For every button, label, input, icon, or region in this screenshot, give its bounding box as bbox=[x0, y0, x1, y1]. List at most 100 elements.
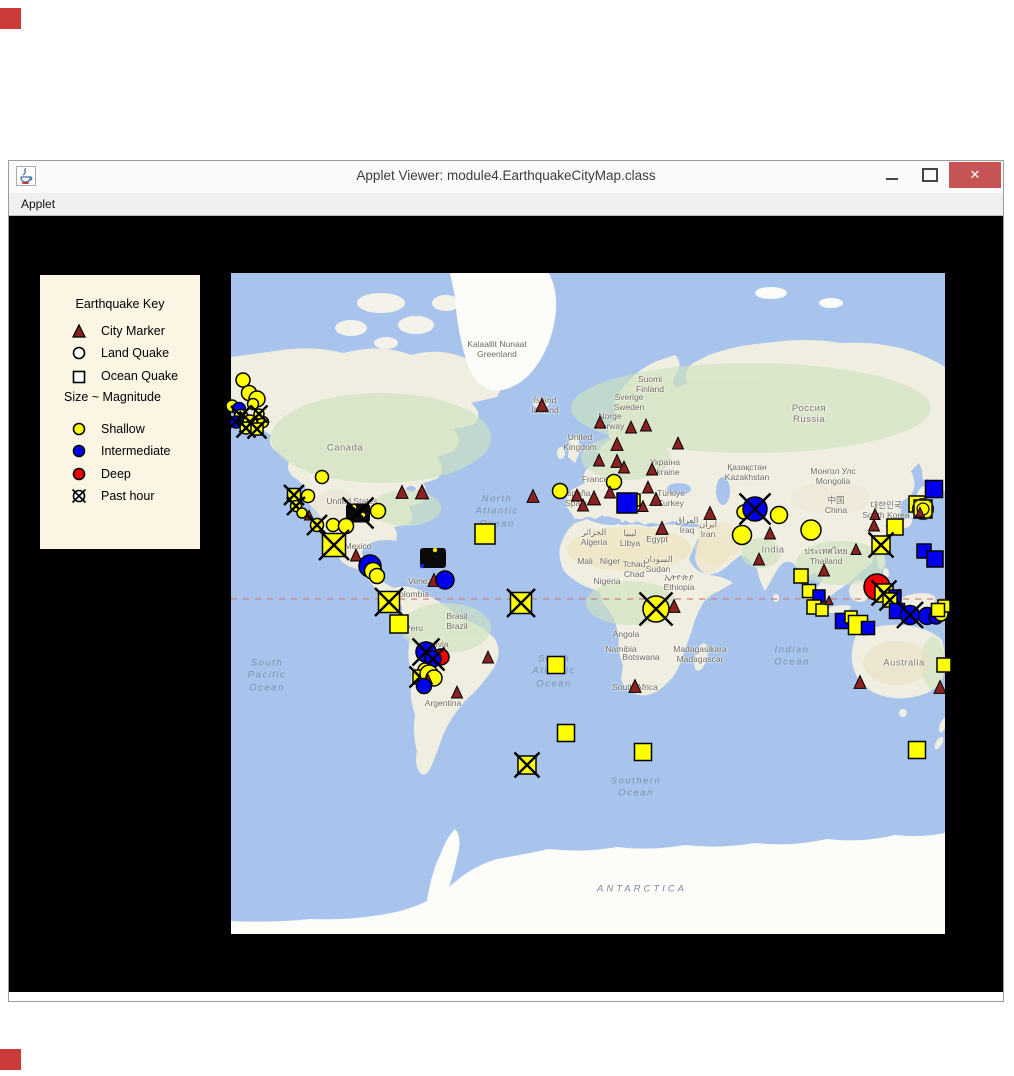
legend-label: Ocean Quake bbox=[101, 368, 179, 383]
city-marker[interactable] bbox=[824, 594, 834, 606]
city-marker[interactable] bbox=[869, 507, 881, 520]
ocean-quake-marker[interactable] bbox=[246, 418, 268, 440]
city-marker[interactable] bbox=[933, 679, 947, 694]
city-marker[interactable] bbox=[586, 489, 602, 506]
city-marker[interactable] bbox=[867, 517, 881, 532]
city-marker[interactable] bbox=[570, 487, 584, 502]
legend-label: Intermediate bbox=[101, 444, 171, 459]
city-marker[interactable] bbox=[667, 598, 681, 613]
city-marker[interactable] bbox=[628, 678, 642, 693]
city-marker[interactable] bbox=[450, 684, 464, 699]
ocean-quake-marker[interactable] bbox=[930, 602, 946, 618]
minimize-button[interactable] bbox=[877, 161, 907, 188]
city-marker[interactable] bbox=[610, 453, 624, 468]
land-quake-marker[interactable] bbox=[300, 488, 316, 504]
screen-marker-bottom bbox=[0, 1049, 21, 1070]
legend-row-deep: Deep bbox=[70, 466, 131, 482]
legend-label: Past hour bbox=[101, 488, 155, 503]
city-marker[interactable] bbox=[526, 488, 540, 503]
legend-row-city-marker: City Marker bbox=[70, 323, 165, 339]
ocean-quake-marker[interactable] bbox=[616, 492, 638, 514]
land-quake-marker[interactable] bbox=[369, 502, 387, 520]
city-marker[interactable] bbox=[752, 551, 766, 566]
city-marker[interactable] bbox=[645, 461, 659, 476]
ocean-quake-marker[interactable] bbox=[867, 531, 895, 559]
screen-marker-top bbox=[0, 8, 21, 29]
city-marker[interactable] bbox=[592, 452, 606, 467]
land-quake-marker[interactable] bbox=[435, 570, 455, 590]
land-quake-marker[interactable] bbox=[731, 524, 753, 546]
land-quake-marker[interactable] bbox=[769, 505, 789, 525]
land-quake-marker[interactable] bbox=[314, 469, 330, 485]
legend-size-note: Size ~ Magnitude bbox=[64, 390, 161, 404]
city-marker[interactable] bbox=[817, 562, 831, 577]
legend-label: City Marker bbox=[101, 324, 165, 338]
city-marker[interactable] bbox=[703, 505, 717, 520]
circle-icon bbox=[72, 467, 86, 480]
ocean-quake-marker[interactable] bbox=[924, 479, 944, 499]
legend-label: Land Quake bbox=[101, 346, 170, 361]
legend-title: Earthquake Key bbox=[75, 297, 165, 311]
maximize-button[interactable] bbox=[915, 161, 945, 188]
legend-row-shallow: Shallow bbox=[70, 421, 145, 437]
ocean-quake-marker[interactable] bbox=[374, 587, 404, 617]
city-marker[interactable] bbox=[655, 520, 669, 535]
ocean-quake-marker[interactable] bbox=[907, 740, 927, 760]
legend-row-land-quake: Land Quake bbox=[70, 345, 169, 361]
circle-icon bbox=[72, 346, 86, 360]
land-quake-marker[interactable] bbox=[738, 492, 772, 526]
ocean-quake-marker[interactable] bbox=[633, 742, 653, 762]
menu-item-applet[interactable]: Applet bbox=[9, 197, 67, 211]
world-map[interactable]: Canada United States Mexico Kalaallit Nunaa… bbox=[225, 273, 952, 934]
city-marker[interactable] bbox=[593, 414, 607, 429]
land-quake-marker[interactable] bbox=[325, 517, 341, 533]
quake-markers-layer bbox=[225, 372, 952, 779]
ocean-quake-marker[interactable] bbox=[506, 588, 536, 618]
applet-viewer-window: Applet Viewer: module4.EarthquakeCityMap… bbox=[8, 160, 1004, 1002]
land-quake-marker[interactable] bbox=[638, 591, 674, 627]
legend-label: Deep bbox=[101, 466, 131, 481]
city-marker[interactable] bbox=[671, 435, 685, 450]
ocean-quake-marker[interactable] bbox=[546, 655, 566, 675]
city-marker[interactable] bbox=[850, 542, 862, 555]
city-marker[interactable] bbox=[349, 547, 363, 562]
city-marker[interactable] bbox=[610, 436, 624, 451]
land-quake-marker[interactable] bbox=[605, 473, 623, 491]
ocean-quake-marker[interactable] bbox=[474, 523, 496, 545]
city-marker[interactable] bbox=[624, 419, 638, 434]
land-quake-marker[interactable] bbox=[296, 507, 308, 519]
land-quake-marker[interactable] bbox=[306, 514, 328, 536]
close-button[interactable]: ✕ bbox=[949, 162, 1001, 188]
ocean-quake-marker[interactable] bbox=[513, 751, 541, 779]
legend-row-past-hour: Past hour bbox=[70, 488, 155, 504]
city-marker[interactable] bbox=[649, 491, 663, 506]
land-quake-marker[interactable] bbox=[337, 517, 355, 535]
city-marker[interactable] bbox=[639, 417, 653, 432]
ocean-quake-marker[interactable] bbox=[389, 614, 409, 634]
ocean-quake-marker[interactable] bbox=[936, 657, 952, 673]
city-marker[interactable] bbox=[395, 484, 409, 499]
city-marker[interactable] bbox=[535, 397, 549, 412]
land-quake-marker[interactable] bbox=[415, 677, 433, 695]
ocean-quake-marker[interactable] bbox=[860, 620, 876, 636]
square-icon bbox=[72, 370, 86, 383]
circle-icon bbox=[72, 422, 86, 436]
city-marker[interactable] bbox=[641, 479, 655, 494]
city-marker[interactable] bbox=[763, 525, 777, 540]
ocean-quake-marker[interactable] bbox=[318, 529, 350, 561]
menubar: Applet bbox=[9, 193, 1003, 216]
marker-cluster[interactable] bbox=[419, 547, 446, 569]
land-quake-marker[interactable] bbox=[800, 519, 822, 541]
ocean-quake-marker[interactable] bbox=[815, 603, 829, 617]
ocean-quake-marker[interactable] bbox=[556, 723, 576, 743]
ocean-quake-marker[interactable] bbox=[793, 568, 809, 584]
city-marker[interactable] bbox=[481, 649, 495, 664]
land-quake-marker[interactable] bbox=[551, 482, 569, 500]
ocean-quake-marker[interactable] bbox=[886, 518, 904, 536]
window-title: Applet Viewer: module4.EarthquakeCityMap… bbox=[356, 168, 656, 183]
city-marker[interactable] bbox=[853, 674, 867, 689]
applet-canvas: Earthquake Key City Marker Land Quake Ocea… bbox=[9, 216, 1003, 992]
city-marker[interactable] bbox=[414, 483, 430, 500]
ocean-quake-marker[interactable] bbox=[926, 550, 944, 568]
land-quake-marker[interactable] bbox=[368, 567, 386, 585]
